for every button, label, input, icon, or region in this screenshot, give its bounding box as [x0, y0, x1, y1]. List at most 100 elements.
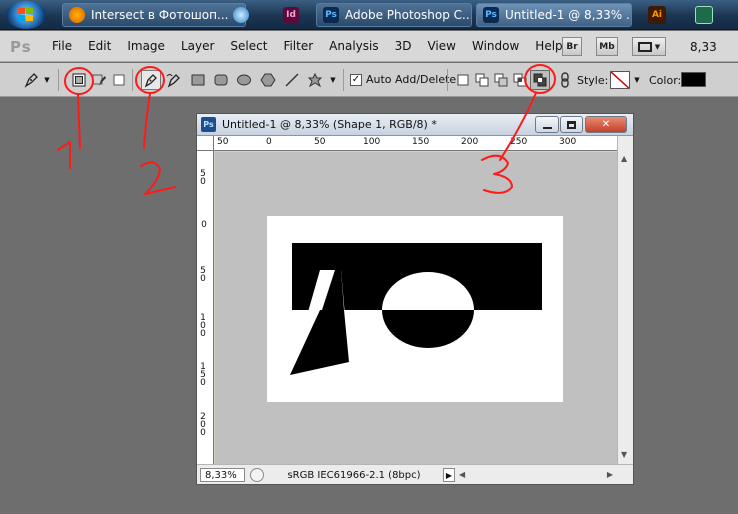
ruler-label: 100 — [363, 137, 381, 147]
ruler-label: 300 — [559, 137, 577, 147]
auto-add-delete-checkbox[interactable]: ✓ Auto Add/Delete — [350, 73, 456, 86]
maximize-button[interactable] — [560, 116, 583, 133]
options-bar: ▼ ▼ ✓ Auto Add/Delete Style: ▼ Color: — [0, 63, 738, 97]
task-label: Untitled-1 @ 8,33% ... — [505, 8, 632, 22]
divider — [447, 69, 448, 91]
vertical-ruler[interactable]: 5 0 0 5 0 1 0 0 1 5 0 2 0 0 — [197, 151, 214, 464]
pen-tool-preset-icon[interactable] — [22, 71, 40, 89]
link-icon[interactable] — [556, 71, 574, 89]
auto-add-delete-label: Auto Add/Delete — [366, 73, 457, 86]
menu-window[interactable]: Window — [464, 39, 527, 53]
rounded-rectangle-icon[interactable] — [212, 71, 230, 89]
polygon-tool-icon[interactable] — [259, 71, 277, 89]
menu-filter[interactable]: Filter — [275, 39, 321, 53]
ruler-label: 1 5 0 — [200, 362, 206, 388]
ruler-label: 200 — [461, 137, 479, 147]
ruler-label: 2 0 0 — [200, 412, 206, 438]
illustrator-icon[interactable]: Ai — [648, 6, 666, 24]
minimize-button[interactable] — [535, 116, 559, 133]
close-icon: ✕ — [601, 119, 611, 130]
shape-options-chevron-icon[interactable]: ▼ — [328, 71, 338, 89]
bridge-button[interactable]: Br — [562, 37, 582, 56]
close-button[interactable]: ✕ — [585, 116, 627, 133]
task-intersect-browser[interactable]: Intersect в Фотошоп... — [62, 3, 246, 27]
menu-layer[interactable]: Layer — [173, 39, 222, 53]
menu-3d[interactable]: 3D — [387, 39, 420, 53]
divider — [343, 69, 344, 91]
no-style-icon — [611, 72, 629, 88]
task-photoshop[interactable]: Ps Adobe Photoshop C... — [316, 3, 472, 27]
annotation-number-2-stroke — [140, 161, 176, 195]
photoshop-icon: Ps — [201, 117, 216, 132]
paths-icon[interactable] — [90, 71, 108, 89]
task-untitled-document[interactable]: Ps Untitled-1 @ 8,33% ... — [476, 3, 632, 27]
scroll-right-icon[interactable]: ▶ — [607, 470, 613, 479]
ruler-label: 50 — [314, 137, 326, 147]
minimize-icon — [542, 126, 552, 129]
scroll-left-icon[interactable]: ◀ — [459, 470, 465, 479]
style-chevron-down-icon[interactable]: ▼ — [632, 71, 642, 89]
annotation-number-1-stroke — [57, 141, 71, 169]
menu-edit[interactable]: Edit — [80, 39, 119, 53]
view-extras-button[interactable]: ▼ — [632, 37, 666, 56]
app-tray-icon[interactable] — [695, 6, 713, 24]
ruler-label: 5 0 — [200, 169, 206, 187]
status-bar: 8,33% sRGB IEC61966-2.1 (8bpc) ▶ ◀ ▶ — [197, 464, 633, 484]
horizontal-scrollbar[interactable]: ◀ ▶ — [459, 468, 615, 482]
menu-analysis[interactable]: Analysis — [321, 39, 386, 53]
chevron-down-icon: ▼ — [654, 42, 661, 51]
photoshop-icon: Ps — [483, 7, 499, 23]
preset-chevron-down-icon[interactable]: ▼ — [42, 71, 52, 89]
ruler-label: 0 — [266, 137, 272, 147]
color-label: Color: — [649, 74, 682, 87]
freeform-pen-icon[interactable] — [165, 71, 183, 89]
status-menu-arrow-icon[interactable]: ▶ — [443, 468, 455, 482]
ruler-label: 250 — [510, 137, 528, 147]
ruler-label: 5 0 — [200, 266, 206, 284]
task-globe[interactable] — [226, 3, 262, 27]
add-to-shape-area-icon[interactable] — [473, 71, 491, 89]
menu-file[interactable]: File — [44, 39, 80, 53]
create-new-shape-layer-icon[interactable] — [454, 71, 472, 89]
windows-logo-icon — [18, 8, 34, 22]
menu-image[interactable]: Image — [119, 39, 173, 53]
canvas-pasteboard[interactable] — [215, 152, 617, 464]
subtract-from-shape-area-icon[interactable] — [492, 71, 510, 89]
color-swatch[interactable] — [681, 72, 706, 87]
mini-bridge-button[interactable]: Mb — [596, 37, 618, 56]
intersect-shape-areas-icon[interactable] — [511, 71, 529, 89]
divider — [58, 69, 59, 91]
annotation-pointer-2 — [143, 93, 151, 149]
style-picker[interactable] — [610, 71, 630, 89]
start-button[interactable] — [6, 1, 46, 29]
shape-layers-icon[interactable] — [70, 71, 88, 89]
document-window: Ps Untitled-1 @ 8,33% (Shape 1, RGB/8) *… — [196, 113, 634, 485]
status-info-icon[interactable] — [250, 468, 264, 482]
firefox-icon — [69, 7, 85, 23]
exclude-overlapping-shape-areas-icon[interactable] — [530, 70, 550, 90]
pen-tool-icon[interactable] — [141, 70, 161, 90]
rectangle-tool-icon[interactable] — [189, 71, 207, 89]
fill-pixels-icon[interactable] — [110, 71, 128, 89]
scroll-down-icon[interactable]: ▼ — [621, 450, 627, 459]
task-indesign[interactable]: Id — [276, 3, 304, 27]
document-profile-status: sRGB IEC61966-2.1 (8bpc) — [287, 469, 421, 481]
custom-shape-icon[interactable] — [306, 71, 324, 89]
vertical-scrollbar[interactable]: ▲ ▼ — [617, 136, 633, 464]
line-tool-icon[interactable] — [283, 71, 301, 89]
document-title-bar[interactable]: Ps Untitled-1 @ 8,33% (Shape 1, RGB/8) *… — [197, 114, 633, 136]
scroll-up-icon[interactable]: ▲ — [621, 154, 627, 163]
zoom-field[interactable]: 8,33% — [200, 468, 245, 482]
maximize-icon — [567, 120, 576, 129]
ps-logo: Ps — [10, 38, 32, 56]
globe-icon — [233, 7, 249, 23]
menu-view[interactable]: View — [419, 39, 463, 53]
menu-select[interactable]: Select — [222, 39, 275, 53]
ruler-label: 0 — [201, 220, 207, 230]
zoom-level[interactable]: 8,33 — [690, 40, 717, 54]
document-title: Untitled-1 @ 8,33% (Shape 1, RGB/8) * — [222, 118, 437, 131]
ruler-origin[interactable] — [197, 136, 214, 151]
horizontal-ruler[interactable]: 50 0 50 100 150 200 250 300 — [214, 136, 617, 151]
canvas-artwork[interactable] — [215, 152, 617, 464]
ellipse-tool-icon[interactable] — [235, 71, 253, 89]
